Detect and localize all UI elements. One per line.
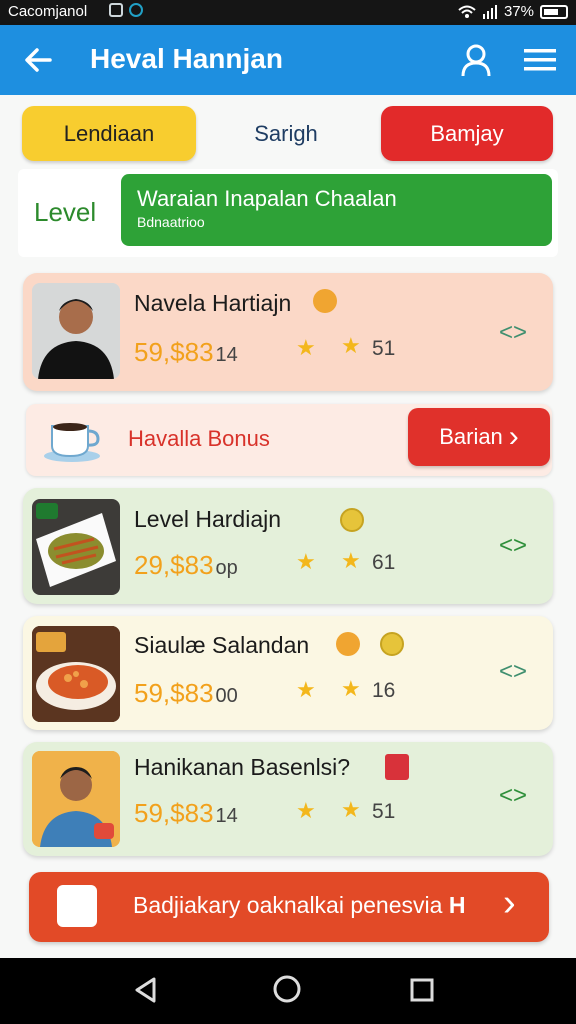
tab-bamjay[interactable]: Bamjay bbox=[381, 106, 553, 161]
gift-icon bbox=[385, 754, 409, 780]
rating-value: 61 bbox=[372, 551, 396, 574]
content-area: Lendiaan Sarigh Bamjay Level Waraian Ina… bbox=[0, 95, 576, 958]
cta-banner[interactable]: Badjiakary oaknalkai penesvia H › bbox=[29, 872, 549, 942]
level-label: Level bbox=[34, 197, 97, 227]
item-title: Navela Hartiajn bbox=[134, 290, 292, 316]
list-item[interactable]: Level Hardiajn 29,$83 op ★ ★ 61 <> bbox=[23, 488, 553, 604]
item-price: 29,$83 op bbox=[134, 550, 238, 580]
back-nav-icon[interactable] bbox=[132, 976, 160, 1004]
list-item[interactable]: Siaulæ Salandan 59,$83 00 ★ ★ 16 <> bbox=[23, 616, 553, 730]
star-icon: ★ bbox=[296, 549, 316, 574]
list-item[interactable]: Navela Hartiajn 59,$83 14 ★ ★ 51 <> bbox=[23, 273, 553, 391]
menu-icon[interactable] bbox=[520, 42, 560, 78]
list-item[interactable]: Hanikanan Basenlsi? 59,$83 14 ★ ★ 51 <> bbox=[23, 742, 553, 856]
chevron-right-icon: › bbox=[508, 420, 519, 453]
bonus-banner: Havalla Bonus Barian › bbox=[26, 404, 552, 476]
bonus-button-label: Barian bbox=[439, 424, 503, 449]
item-title: Siaulæ Salandan bbox=[134, 632, 310, 658]
level-banner-subtitle: Bdnaatrioo bbox=[137, 214, 205, 230]
item-title: Level Hardiajn bbox=[134, 506, 282, 532]
tab-sarigh[interactable]: Sarigh bbox=[206, 106, 366, 161]
notification-icon bbox=[109, 3, 123, 17]
item-price: 59,$83 00 bbox=[134, 678, 238, 708]
page-title: Heval Hannjan bbox=[90, 43, 283, 74]
avatar bbox=[32, 751, 120, 847]
item-price: 59,$83 14 bbox=[134, 798, 238, 828]
chevron-right-icon: › bbox=[503, 882, 516, 924]
refresh-chevron-icon[interactable]: <> bbox=[499, 782, 527, 810]
coin-icon bbox=[380, 632, 404, 656]
coffee-cup-icon bbox=[44, 423, 100, 462]
battery-icon bbox=[540, 4, 568, 19]
item-price: 59,$83 14 bbox=[134, 337, 238, 367]
coin-icon bbox=[340, 508, 364, 532]
carrier-label: Cacomjanol bbox=[8, 3, 88, 20]
signal-icon bbox=[482, 4, 497, 19]
flame-icon bbox=[313, 289, 337, 313]
recents-nav-icon[interactable] bbox=[408, 976, 436, 1004]
expand-chevron-icon[interactable]: <> bbox=[499, 319, 527, 347]
flame-icon bbox=[336, 632, 360, 656]
level-card: Level Waraian Inapalan Chaalan Bdnaatrio… bbox=[18, 169, 558, 257]
tab-lendiaan[interactable]: Lendiaan bbox=[22, 106, 196, 161]
level-banner-title: Waraian Inapalan Chaalan bbox=[137, 186, 397, 211]
star-icon: ★ bbox=[341, 333, 361, 358]
system-nav-bar bbox=[0, 958, 576, 1024]
star-icon: ★ bbox=[296, 335, 316, 360]
expand-chevron-icon[interactable]: <> bbox=[499, 658, 527, 686]
item-title: Hanikanan Basenlsi? bbox=[134, 754, 351, 780]
avatar bbox=[32, 283, 120, 379]
star-icon: ★ bbox=[341, 548, 361, 573]
star-icon: ★ bbox=[296, 798, 316, 823]
rating-value: 51 bbox=[372, 337, 396, 360]
rating-value: 16 bbox=[372, 679, 396, 702]
user-icon[interactable] bbox=[458, 42, 494, 78]
rating-value: 51 bbox=[372, 800, 396, 823]
bonus-button[interactable]: Barian › bbox=[408, 408, 550, 466]
bonus-label: Havalla Bonus bbox=[128, 426, 270, 451]
back-arrow-icon[interactable] bbox=[20, 42, 56, 78]
app-notification-icon bbox=[129, 3, 143, 17]
status-bar: Cacomjanol 37% bbox=[0, 0, 576, 25]
refresh-chevron-icon[interactable]: <> bbox=[499, 532, 527, 560]
star-icon: ★ bbox=[296, 677, 316, 702]
level-banner[interactable]: Waraian Inapalan Chaalan Bdnaatrioo bbox=[121, 174, 552, 246]
battery-percent: 37% bbox=[503, 3, 534, 20]
cta-label: Badjiakary oaknalkai penesvia H bbox=[133, 892, 466, 918]
food-thumbnail bbox=[32, 499, 120, 595]
star-icon: ★ bbox=[341, 676, 361, 701]
home-nav-icon[interactable] bbox=[272, 974, 302, 1004]
food-thumbnail bbox=[32, 626, 120, 722]
app-bar: Heval Hannjan bbox=[0, 25, 576, 95]
app-logo-icon bbox=[57, 885, 97, 927]
star-icon: ★ bbox=[341, 797, 361, 822]
wifi-icon bbox=[458, 5, 476, 18]
